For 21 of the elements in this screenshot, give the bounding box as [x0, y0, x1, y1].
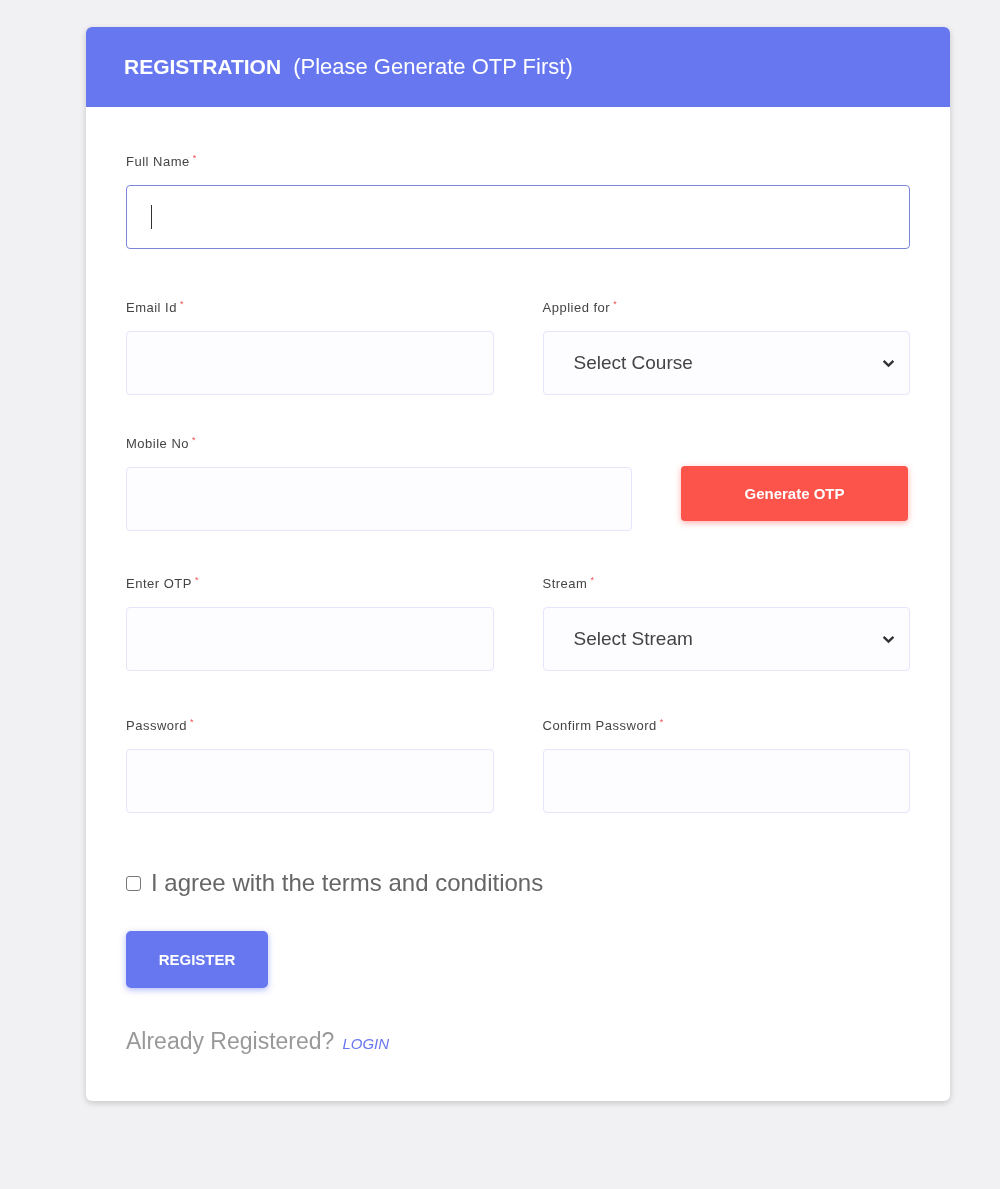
chevron-down-icon: [882, 634, 895, 644]
field-label: Email Id $^{*}$: [126, 299, 185, 318]
field-label: Enter OTP $^{*}$: [126, 575, 200, 594]
field-label: Password $^{*}$: [126, 717, 196, 736]
register-button[interactable]: REGISTER: [126, 931, 268, 988]
chevron-down-icon: [882, 358, 895, 368]
field-label: Stream $^{*}$: [542, 575, 596, 594]
header-subtitle: (Please Generate OTP First): [293, 54, 573, 80]
field-label: Applied for $^{*}$: [542, 299, 619, 318]
checkbox-label: I agree with the terms and conditions: [151, 869, 544, 897]
generate-otp-button[interactable]: Generate OTP: [681, 466, 908, 521]
select-dropdown[interactable]: Select Course: [542, 331, 910, 395]
header-title: REGISTRATION: [124, 55, 282, 79]
field-label: Confirm Password $^{*}$: [542, 717, 665, 736]
select-dropdown[interactable]: Select Stream: [542, 607, 910, 671]
login-link[interactable]: LOGIN: [342, 1035, 390, 1052]
checkbox[interactable]: [126, 875, 141, 891]
already-registered-text: Already Registered?: [126, 1028, 335, 1055]
field-label: Full Name $^{*}$: [126, 153, 198, 172]
input-field[interactable]: [126, 185, 910, 249]
field-label: Mobile No $^{*}$: [126, 435, 198, 454]
